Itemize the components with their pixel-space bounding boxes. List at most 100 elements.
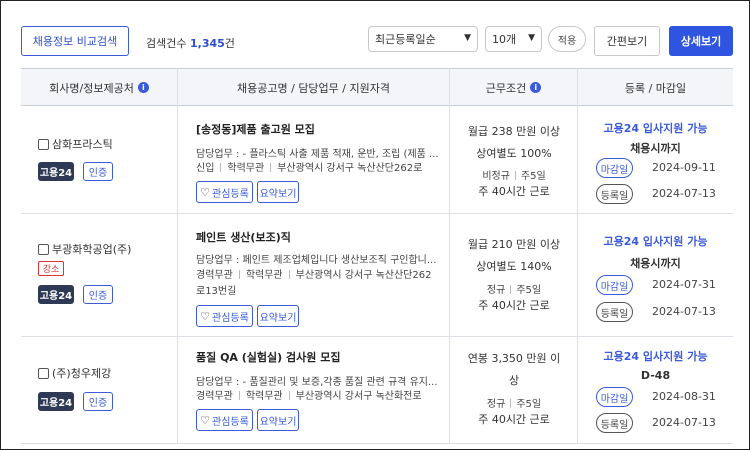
apply-support[interactable]: 고용24 입사지원 가능 <box>578 120 733 136</box>
small-company-badge: 강소 <box>38 261 64 276</box>
registered-date: 2024-07-13 <box>652 187 716 200</box>
header-title-label: 채용공고명 / 담당업무 / 지원자격 <box>237 81 390 95</box>
simple-view-button[interactable]: 간편보기 <box>594 26 660 56</box>
registered-pill: 등록일 <box>596 413 633 433</box>
select-checkbox[interactable] <box>38 139 49 150</box>
education: 학력무관 <box>227 163 265 174</box>
job-title[interactable]: 페인트 생산(보조)직 <box>196 229 291 245</box>
deadline-date: 2024-08-31 <box>652 390 716 403</box>
apply-support[interactable]: 고용24 입사지원 가능 <box>578 233 733 249</box>
header-company: 회사명/정보제공처 i <box>21 69 177 106</box>
header-conditions-label: 근무조건 <box>485 81 527 95</box>
job-qualifications: 신입 학력무관 부산광역시 강서구 녹산산단262로 <box>196 161 422 177</box>
date-cell: 고용24 입사지원 가능 D-48 마감일 2024-08-31 등록일 202… <box>578 337 733 444</box>
location: 부산광역시 강서구 녹산산단262로 <box>277 163 423 174</box>
company-cell: (주)청우제강 <box>38 365 111 381</box>
work-days: 주5일 <box>516 399 542 410</box>
company-name[interactable]: 삼화프라스틱 <box>52 138 113 151</box>
deadline-pill: 마감일 <box>596 158 633 178</box>
favorite-button[interactable]: ♡ 관심등록 <box>196 305 253 327</box>
cert-badge: 인증 <box>83 392 113 411</box>
detail-view-button[interactable]: 상세보기 <box>669 26 733 56</box>
work-days: 주5일 <box>520 171 546 182</box>
employment-info: 비정규 주5일 <box>451 167 577 182</box>
job-title[interactable]: [송정동]제품 출고원 모집 <box>196 121 315 137</box>
job-qualifications: 경력무관 학력무관 부산광역시 강서구 녹산화전로 <box>196 389 422 405</box>
deadline-text: 채용시까지 <box>630 142 681 155</box>
favorite-label: 관심등록 <box>212 312 249 324</box>
header-title: 채용공고명 / 담당업무 / 지원자격 <box>178 69 449 106</box>
summary-button[interactable]: 요약보기 <box>257 409 299 431</box>
company-name[interactable]: 부광화학공업(주) <box>52 243 131 256</box>
employment-type: 비정규 <box>482 171 510 182</box>
chevron-down-icon: ▼ <box>528 33 535 43</box>
deadline-text: 채용시까지 <box>630 257 681 270</box>
result-count: 검색건수 1,345건 <box>146 35 235 51</box>
bonus: 상여별도 100% <box>476 147 552 160</box>
career: 신입 <box>196 163 215 174</box>
deadline-date: 2024-07-31 <box>652 278 716 291</box>
cert-badge: 인증 <box>83 285 113 304</box>
job-task: 담당업무 : - 플라스틱 사출 제품 적재, 운반, 조립 (제품 ... <box>196 149 439 160</box>
source-badge: 고용24 <box>38 392 74 411</box>
heart-icon: ♡ <box>200 185 211 199</box>
count-label: 검색건수 <box>146 37 187 50</box>
info-icon[interactable]: i <box>137 82 149 93</box>
info-icon[interactable]: i <box>530 82 542 93</box>
deadline-date: 2024-09-11 <box>652 161 716 174</box>
header-dates-label: 등록 / 마감일 <box>624 81 687 95</box>
job-title[interactable]: 품질 QA (실험실) 검사원 모집 <box>196 349 340 365</box>
location-continued: 로13번길 <box>196 286 237 297</box>
table-header: 회사명/정보제공처 i 채용공고명 / 담당업무 / 지원자격 근무조건 i 등… <box>21 68 733 106</box>
bonus: 상여별도 140% <box>476 260 552 273</box>
apply-button[interactable]: 적용 <box>548 26 586 52</box>
employment-info: 정규 주5일 <box>451 395 577 410</box>
summary-button[interactable]: 요약보기 <box>257 305 299 327</box>
chevron-down-icon: ▼ <box>464 33 471 43</box>
work-hours: 주 40시간 근로 <box>478 299 550 312</box>
header-conditions: 근무조건 i <box>450 69 577 106</box>
registered-date: 2024-07-13 <box>652 416 716 429</box>
heart-icon: ♡ <box>200 413 211 427</box>
count-unit: 건 <box>224 37 235 50</box>
table-row: 부광화학공업(주) 강소 고용24 인증 페인트 생산(보조)직 담당업무 : … <box>21 214 733 337</box>
select-checkbox[interactable] <box>38 244 49 255</box>
pay: 월급 210 만원 이상 <box>467 238 561 251</box>
source-badge: 고용24 <box>38 162 74 181</box>
job-task: 담당업무 : 페인트 제조업체입니다 생산보조직 구인합니... <box>196 255 437 266</box>
select-checkbox[interactable] <box>38 368 49 379</box>
per-page-select[interactable]: 10개 ▼ <box>485 26 542 52</box>
apply-support[interactable]: 고용24 입사지원 가능 <box>578 348 733 364</box>
company-name[interactable]: (주)청우제강 <box>52 367 111 380</box>
header-dates: 등록 / 마감일 <box>578 69 733 106</box>
employment-type: 정규 <box>486 285 506 296</box>
sort-select[interactable]: 최근등록일순 ▼ <box>368 26 478 52</box>
registered-pill: 등록일 <box>596 302 633 322</box>
table-row: 삼화프라스틱 고용24 인증 [송정동]제품 출고원 모집 담당업무 : - 플… <box>21 106 733 214</box>
company-cell: 부광화학공업(주) <box>38 241 131 257</box>
favorite-button[interactable]: ♡ 관심등록 <box>196 181 253 203</box>
favorite-label: 관심등록 <box>212 416 249 428</box>
company-cell: 삼화프라스틱 <box>38 136 113 152</box>
deadline-pill: 마감일 <box>596 387 633 407</box>
favorite-button[interactable]: ♡ 관심등록 <box>196 409 253 431</box>
pay-continued: 상 <box>508 374 520 387</box>
compare-search-button[interactable]: 채용정보 비교검색 <box>21 26 129 56</box>
location: 부산광역시 강서구 녹산화전로 <box>295 391 422 402</box>
date-cell: 고용24 입사지원 가능 채용시까지 마감일 2024-09-11 등록일 20… <box>578 106 733 214</box>
source-badge: 고용24 <box>38 285 74 304</box>
education: 학력무관 <box>245 391 283 402</box>
work-days: 주5일 <box>516 285 542 296</box>
employment-type: 정규 <box>486 399 506 410</box>
work-hours: 주 40시간 근로 <box>478 185 550 198</box>
header-company-label: 회사명/정보제공처 <box>49 81 134 95</box>
heart-icon: ♡ <box>200 309 211 323</box>
sort-select-value: 최근등록일순 <box>375 33 436 46</box>
favorite-label: 관심등록 <box>212 188 249 200</box>
job-table: 회사명/정보제공처 i 채용공고명 / 담당업무 / 지원자격 근무조건 i 등… <box>21 68 733 450</box>
career: 경력무관 <box>196 391 233 402</box>
summary-button[interactable]: 요약보기 <box>257 181 299 203</box>
table-row: (주)청우제강 고용24 인증 품질 QA (실험실) 검사원 모집 담당업무 … <box>21 337 733 444</box>
per-page-select-value: 10개 <box>492 33 517 46</box>
employment-info: 정규 주5일 <box>451 281 577 296</box>
